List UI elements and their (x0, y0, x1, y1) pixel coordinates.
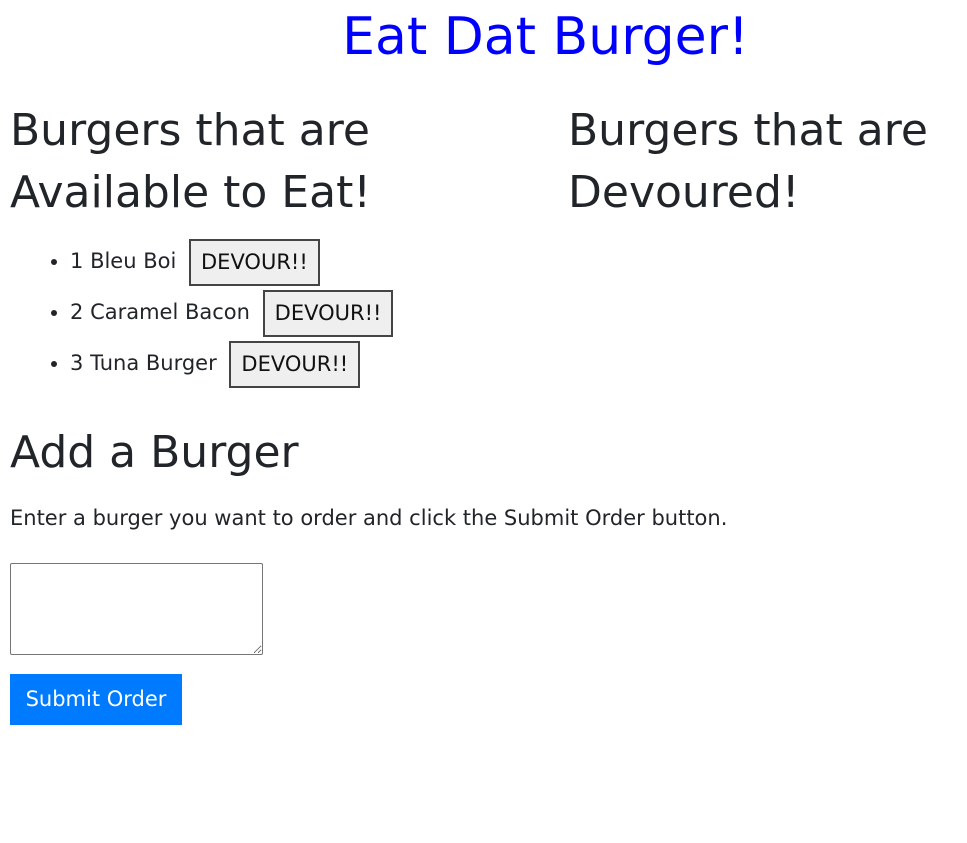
app-title: Eat Dat Burger! (342, 7, 749, 67)
burger-id: 3 (70, 351, 84, 375)
burger-item: 1 Bleu Boi DEVOUR!! (70, 236, 393, 287)
devour-button[interactable]: DEVOUR!! (229, 340, 361, 388)
devoured-heading: Burgers that are Devoured! (568, 105, 928, 218)
burger-id: 1 (70, 249, 84, 273)
burger-item: 3 Tuna Burger DEVOUR!! (70, 338, 393, 389)
burger-name: Tuna Burger (90, 351, 217, 375)
page: Eat Dat Burger! Burgers that are Availab… (0, 0, 967, 843)
available-heading: Burgers that are Available to Eat! (10, 105, 371, 218)
devour-button[interactable]: DEVOUR!! (262, 289, 394, 337)
burger-name: Caramel Bacon (90, 300, 250, 324)
burger-name: Bleu Boi (90, 249, 177, 273)
add-burger-heading: Add a Burger (10, 427, 299, 478)
burger-item: 2 Caramel Bacon DEVOUR!! (70, 287, 394, 338)
add-burger-instructions: Enter a burger you want to order and cli… (10, 506, 728, 530)
devour-button[interactable]: DEVOUR!! (189, 238, 320, 286)
submit-order-button[interactable]: Submit Order (10, 674, 182, 725)
available-burger-list: 1 Bleu Boi DEVOUR!! 2 Caramel Bacon DEVO… (10, 236, 394, 389)
burger-id: 2 (70, 300, 84, 324)
burger-name-input[interactable] (10, 563, 263, 655)
